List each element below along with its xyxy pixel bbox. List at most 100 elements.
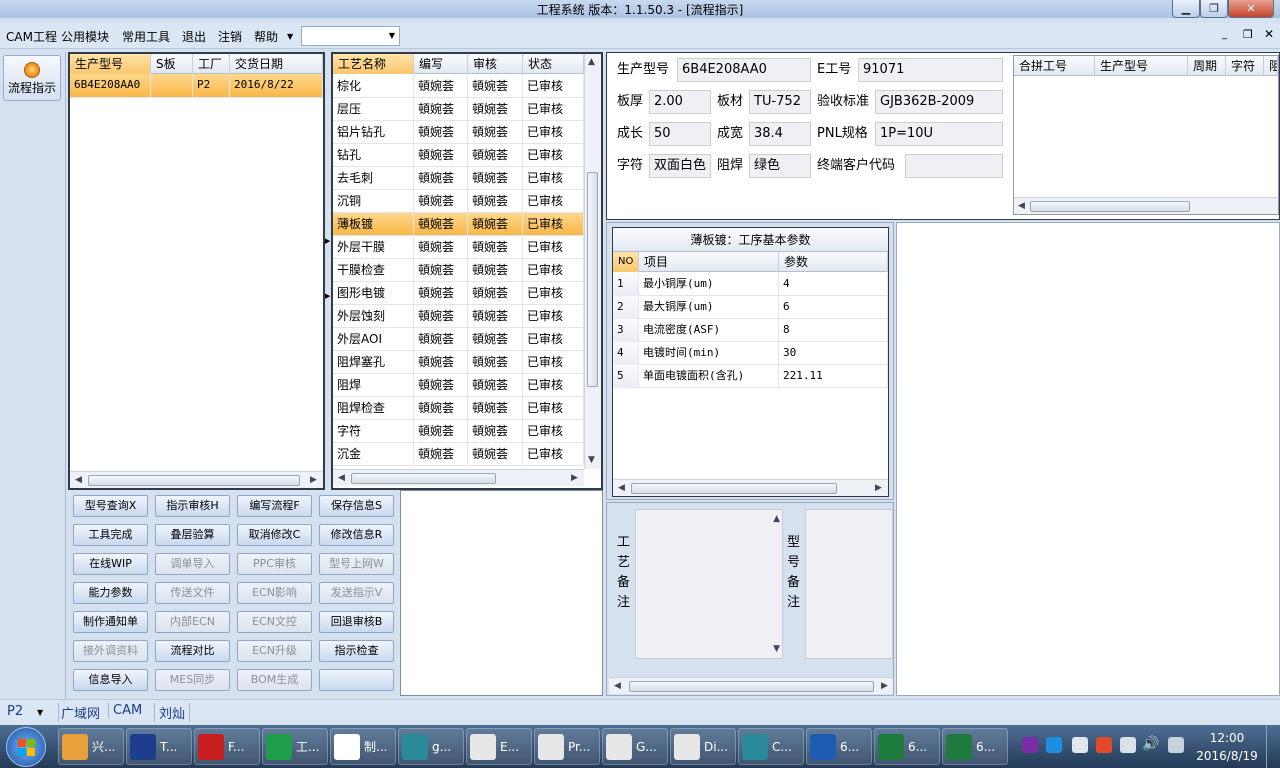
solder-mask-field[interactable]: 绿色 [749,154,811,178]
action-button[interactable]: ECN影响 [237,582,312,604]
action-button[interactable]: 发送指示V [319,582,394,604]
table-row[interactable]: 4 电镀时间(min) 30 [613,342,888,365]
close-button[interactable]: ✕ [1228,0,1274,18]
scroll-thumb[interactable] [629,681,874,692]
length-field[interactable]: 50 [649,122,711,146]
character-field[interactable]: 双面白色 [649,154,711,178]
table-row[interactable]: 6B4E208AA0 P2 2016/8/22 [70,74,323,98]
table-row[interactable]: 外层蚀刻 頓婉荟 頓婉荟 已审核 [333,305,584,328]
action-button[interactable]: 指示审核H [155,495,230,517]
eno-field[interactable]: 91071 [858,58,1003,82]
table-row[interactable]: 外层AOI 頓婉荟 頓婉荟 已审核 [333,328,584,351]
table-row[interactable]: 铝片钻孔 頓婉荟 頓婉荟 已审核 [333,121,584,144]
action-button[interactable]: 调单导入 [155,553,230,575]
minimize-button[interactable]: ▁ [1172,0,1200,18]
menu-exit[interactable]: 退出 [182,28,206,45]
action-button[interactable]: 修改信息R [319,524,394,546]
standard-field[interactable]: GJB362B-2009 [875,90,1003,114]
table-row[interactable]: 阻焊检查 頓婉荟 頓婉荟 已审核 [333,397,584,420]
action-button[interactable]: 回退审核B [319,611,394,633]
scroll-left-icon[interactable]: ◀ [614,681,621,691]
taskbar-item[interactable]: G... [602,728,668,765]
splitter-arrow-icon[interactable]: ▶ [325,292,330,300]
notes-hscrollbar[interactable]: ◀ ▶ [609,677,893,694]
taskbar-item[interactable]: F... [194,728,260,765]
taskbar-item[interactable]: Di... [670,728,736,765]
menu-public-modules[interactable]: 公用模块 [61,28,109,45]
width-field[interactable]: 38.4 [749,122,811,146]
mdi-close-icon[interactable]: ✕ [1264,27,1274,41]
table-row[interactable]: 字符 頓婉荟 頓婉荟 已审核 [333,420,584,443]
merge-hscrollbar[interactable]: ◀ [1014,197,1278,214]
col-model[interactable]: 生产型号 [70,54,151,74]
mdi-minimize-icon[interactable]: _ [1222,29,1227,40]
flow-instruction-button[interactable]: 流程指示 [3,55,61,101]
action-button[interactable]: 能力参数 [73,582,148,604]
action-button[interactable]: 叠层验算 [155,524,230,546]
menu-help[interactable]: 帮助 [254,28,278,45]
table-row[interactable]: 阻焊塞孔 頓婉荟 頓婉荟 已审核 [333,351,584,374]
table-row[interactable]: 沉金 頓婉荟 頓婉荟 已审核 [333,443,584,466]
action-button[interactable]: MES同步 [155,669,230,691]
taskbar-item[interactable]: 6... [806,728,872,765]
table-row[interactable]: 5 单面电镀面积(含孔) 221.11 [613,365,888,388]
table-row[interactable]: 外层干膜 頓婉荟 頓婉荟 已审核 [333,236,584,259]
action-button[interactable]: 编写流程F [237,495,312,517]
scroll-down-icon[interactable]: ▼ [773,644,780,654]
table-row[interactable]: 层压 頓婉荟 頓婉荟 已审核 [333,98,584,121]
maximize-button[interactable]: ❐ [1200,0,1228,18]
taskbar-item[interactable]: 兴... [58,728,124,765]
start-button[interactable] [6,727,46,767]
col-factory[interactable]: 工厂 [193,54,230,74]
action-button[interactable]: ECN升级 [237,640,312,662]
model-hscrollbar[interactable]: ◀ ▶ [70,471,323,488]
clock-time[interactable]: 12:00 [1196,731,1258,745]
col-merge-mask[interactable]: 阻 [1264,56,1278,76]
tray-security-icon[interactable] [1096,737,1112,753]
action-button[interactable]: 取消修改C [237,524,312,546]
menu-combo[interactable]: ▼ [301,26,400,46]
scroll-left-icon[interactable]: ◀ [1018,201,1025,211]
action-button[interactable]: PPC审核 [237,553,312,575]
action-button[interactable]: 保存信息S [319,495,394,517]
taskbar-item[interactable]: 6... [874,728,940,765]
tray-app-icon[interactable] [1046,737,1062,753]
network-icon[interactable] [1168,737,1184,753]
volume-icon[interactable]: 🔊 [1142,736,1159,752]
tray-flag-icon[interactable] [1120,737,1136,753]
scroll-down-icon[interactable]: ▼ [588,455,595,465]
table-row[interactable]: 阻焊 頓婉荟 頓婉荟 已审核 [333,374,584,397]
taskbar-item[interactable]: T... [126,728,192,765]
material-field[interactable]: TU-752 [749,90,811,114]
taskbar-item[interactable]: E... [466,728,532,765]
taskbar-item[interactable]: g... [398,728,464,765]
customer-code-field[interactable] [905,154,1003,178]
scroll-left-icon[interactable]: ◀ [338,473,345,483]
process-notes-field[interactable]: ▲ ▼ [635,509,783,659]
scroll-left-icon[interactable]: ◀ [618,483,625,493]
action-button[interactable]: 传送文件 [155,582,230,604]
action-button[interactable]: 型号查询X [73,495,148,517]
action-button[interactable]: 指示检查 [319,640,394,662]
table-row[interactable]: 沉铜 頓婉荟 頓婉荟 已审核 [333,190,584,213]
scroll-thumb[interactable] [88,475,300,486]
col-delivery-date[interactable]: 交货日期 [230,54,323,74]
table-row[interactable]: 1 最小铜厚(um) 4 [613,273,888,296]
col-s-board[interactable]: S板 [151,54,193,74]
scroll-right-icon[interactable]: ▶ [881,681,888,691]
action-button[interactable]: 在线WIP [73,553,148,575]
scroll-right-icon[interactable]: ▶ [571,473,578,483]
col-merge-model[interactable]: 生产型号 [1095,56,1188,76]
pnl-field[interactable]: 1P=10U [875,122,1003,146]
col-no[interactable]: NO [613,252,639,272]
col-item[interactable]: 项目 [639,252,779,272]
col-merge-cycle[interactable]: 周期 [1188,56,1226,76]
scroll-right-icon[interactable]: ▶ [875,483,882,493]
menu-logout[interactable]: 注销 [218,28,242,45]
table-row[interactable]: 去毛刺 頓婉荟 頓婉荟 已审核 [333,167,584,190]
factory-selector[interactable]: P2 [7,704,23,719]
taskbar-item[interactable]: 6... [942,728,1008,765]
action-button[interactable]: 制作通知单 [73,611,148,633]
action-button[interactable]: ECN文控 [237,611,312,633]
taskbar-item[interactable]: C... [738,728,804,765]
